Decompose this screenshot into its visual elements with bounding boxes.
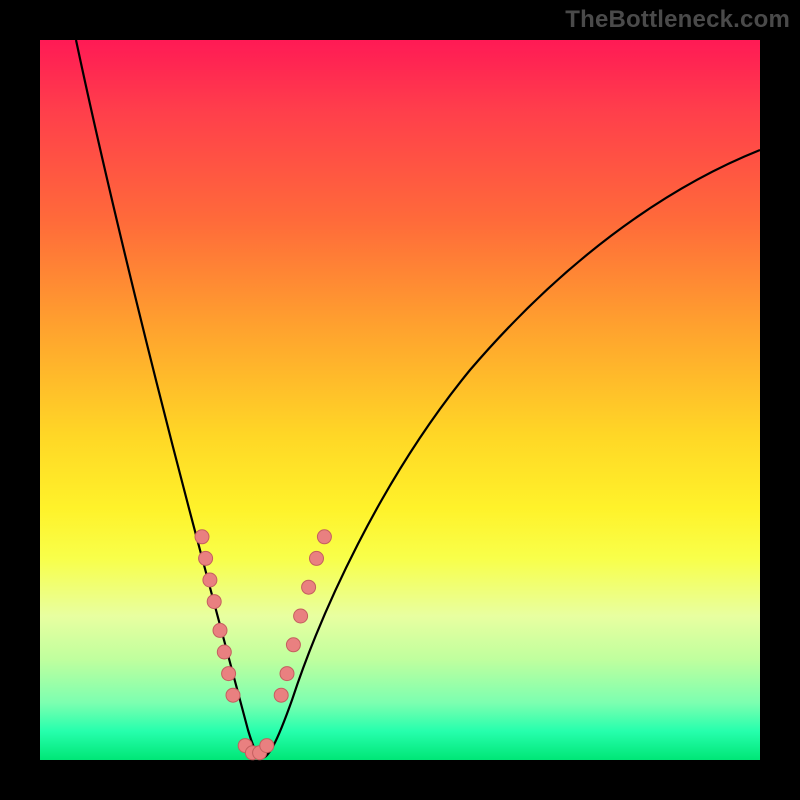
marker-dot (195, 530, 209, 544)
marker-dot (260, 739, 274, 753)
marker-dot (294, 609, 308, 623)
marker-dot (207, 595, 221, 609)
marker-dot (274, 688, 288, 702)
marker-dot (213, 623, 227, 637)
marker-dot (302, 580, 316, 594)
marker-dot (317, 530, 331, 544)
watermark-text: TheBottleneck.com (565, 6, 790, 34)
marker-dot (226, 688, 240, 702)
marker-dot (199, 551, 213, 565)
plot-area (40, 40, 760, 760)
marker-dot (217, 645, 231, 659)
marker-dot (280, 667, 294, 681)
bottleneck-curve (76, 40, 760, 758)
chart-frame: TheBottleneck.com (0, 0, 800, 800)
marker-dot (310, 551, 324, 565)
curve-svg (40, 40, 760, 760)
marker-dot (203, 573, 217, 587)
marker-dot (286, 638, 300, 652)
marker-dot (222, 667, 236, 681)
